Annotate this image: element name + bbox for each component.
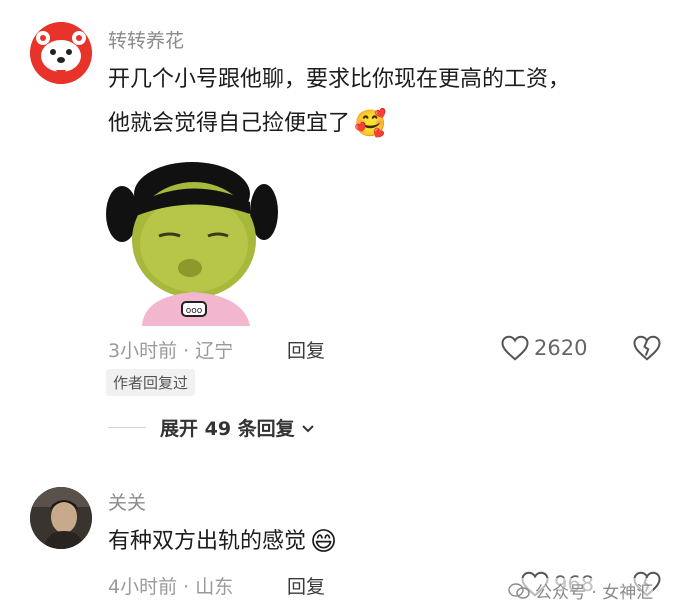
like-button[interactable]: 2620 <box>500 334 587 362</box>
avatar[interactable] <box>30 22 92 84</box>
avatar[interactable] <box>30 487 92 549</box>
hugging-emoji-icon: 🥰 <box>354 109 387 139</box>
wechat-icon <box>508 582 530 599</box>
expand-replies-button[interactable]: 展开 49 条回复 <box>108 414 317 441</box>
time-location: 3小时前 · 辽宁 <box>108 340 234 362</box>
author-replied-badge: 作者回复过 <box>106 369 196 396</box>
watermark: 公众号 · 女神汇 <box>508 578 654 603</box>
svg-text:ooo: ooo <box>186 306 203 316</box>
expand-replies-label: 展开 49 条回复 <box>160 418 295 440</box>
broken-heart-icon <box>633 335 661 361</box>
username[interactable]: 转转养花 <box>108 26 184 53</box>
bear-mascot-icon <box>30 22 92 84</box>
comment-line: 有种双方出轨的感觉 <box>108 529 307 554</box>
user-photo-avatar <box>30 487 92 549</box>
username[interactable]: 关关 <box>108 488 146 515</box>
chevron-down-icon <box>301 424 314 432</box>
reply-button[interactable]: 回复 <box>287 572 325 599</box>
comment-line: 他就会觉得自己捡便宜了 <box>108 111 351 136</box>
dislike-button[interactable] <box>632 334 662 366</box>
meme-sticker-image[interactable]: ooo <box>104 154 284 326</box>
reply-button[interactable]: 回复 <box>287 336 325 363</box>
comment-line: 开几个小号跟他聊，要求比你现在更高的工资， <box>108 67 571 92</box>
time-location: 4小时前 · 山东 <box>108 576 234 598</box>
like-count: 2620 <box>534 336 588 360</box>
comment-text: 有种双方出轨的感觉 😄 <box>108 520 337 564</box>
cartoon-girl-sticker: ooo <box>106 162 278 326</box>
comment-text: 开几个小号跟他聊，要求比你现在更高的工资， 他就会觉得自己捡便宜了 🥰 <box>108 58 570 146</box>
smiling-emoji-icon: 😄 <box>310 527 338 557</box>
watermark-text: 公众号 · 女神汇 <box>535 583 654 603</box>
heart-icon <box>501 335 529 361</box>
divider <box>108 427 146 428</box>
